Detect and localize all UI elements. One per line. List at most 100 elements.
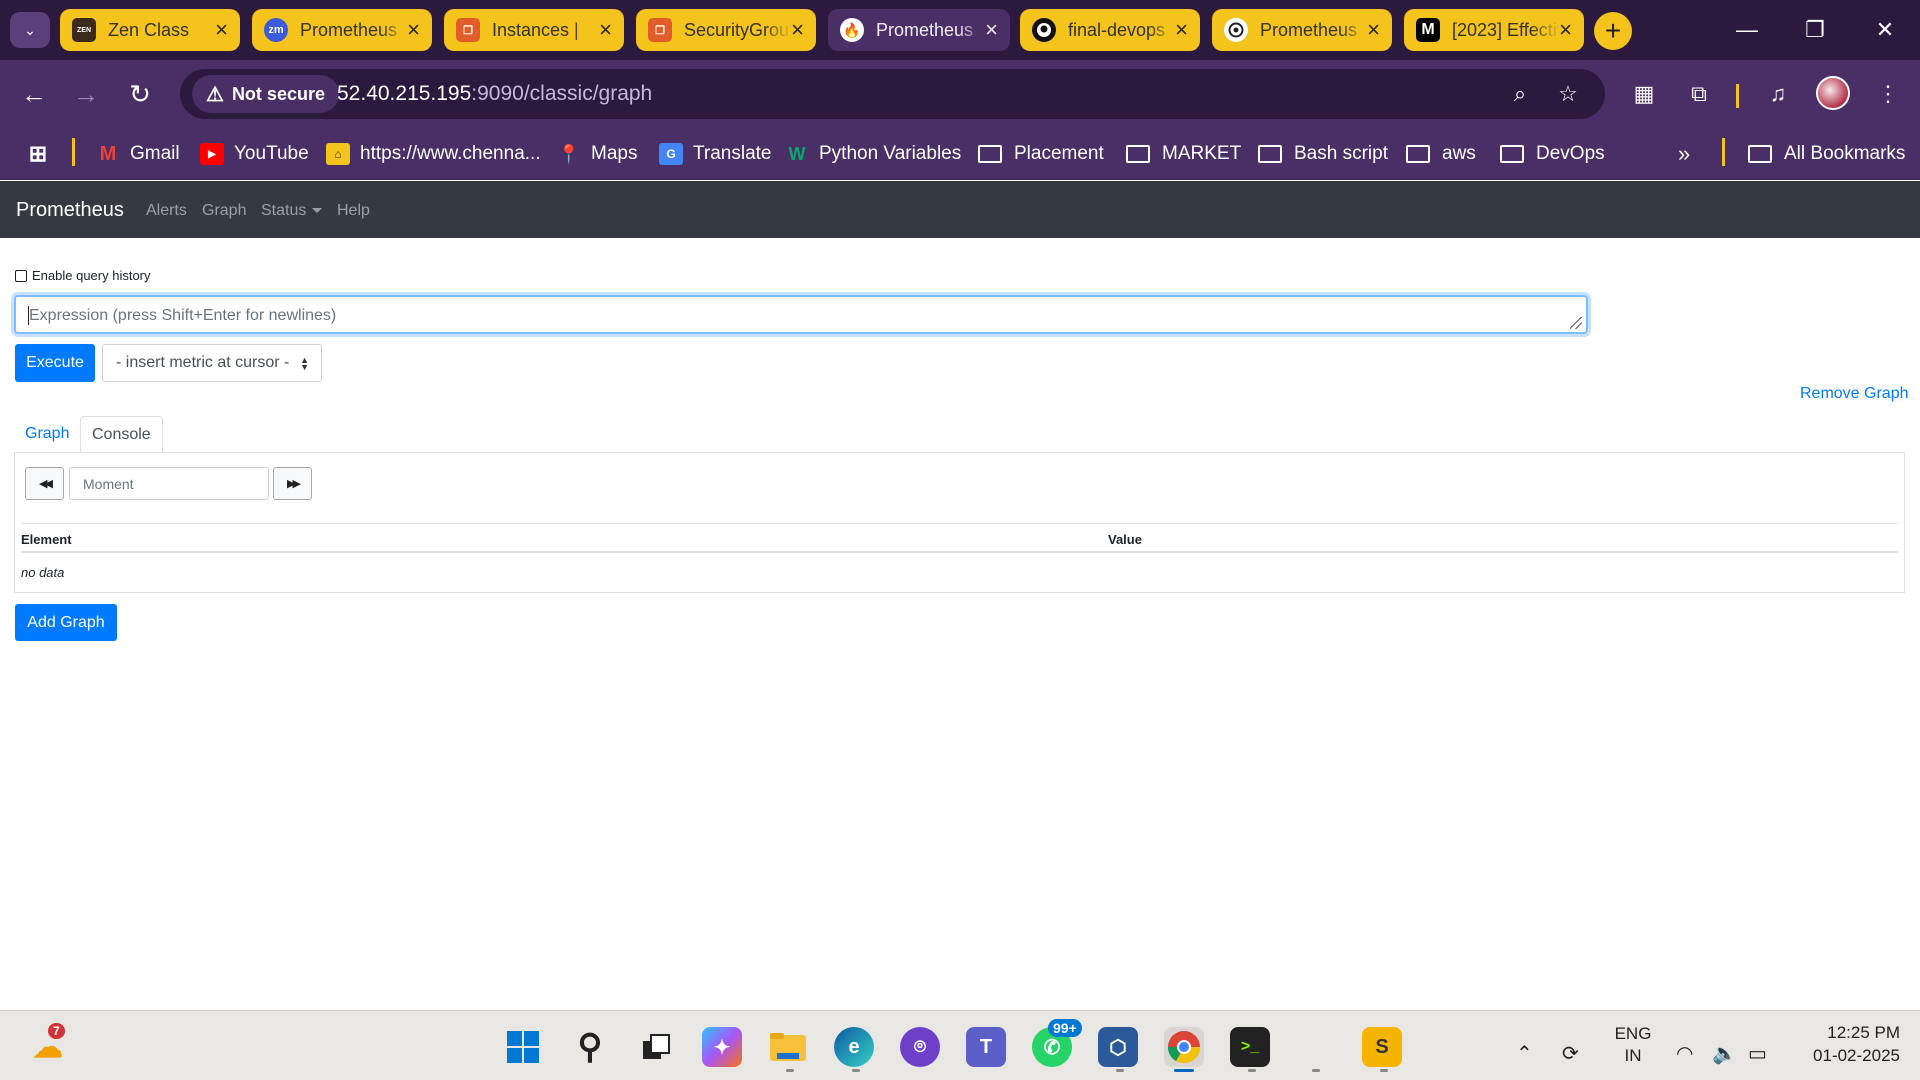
volume-icon[interactable]: 🔈 [1712,1041,1737,1066]
insert-metric-select[interactable]: - insert metric at cursor - ▲ ▼ [102,344,322,382]
nav-help[interactable]: Help [337,202,370,220]
extensions-icon[interactable]: ⧉ [1681,76,1717,112]
media-control-icon[interactable]: ♫ [1760,76,1796,112]
browser-tab[interactable]: ❐ Instances | × [444,9,624,51]
tab-search-button[interactable]: ⌄ [10,12,50,48]
execute-button[interactable]: Execute [15,344,95,382]
time-forward-button[interactable]: ▶▶ [273,467,312,500]
query-history-checkbox[interactable] [15,269,27,282]
close-icon[interactable]: × [1559,19,1572,41]
address-bar[interactable]: ⚠ Not secure 52.40.215.195:9090/classic/… [180,69,1605,119]
close-icon[interactable]: × [791,19,804,41]
bookmark-folder-market[interactable]: MARKET [1126,138,1241,170]
bookmark-folder-placement[interactable]: Placement [978,138,1104,170]
language-primary[interactable]: ENG [1610,1024,1656,1044]
remove-graph-link[interactable]: Remove Graph [1800,385,1909,403]
language-secondary[interactable]: IN [1610,1046,1656,1066]
close-window-button[interactable]: ✕ [1860,12,1910,48]
browser-tab[interactable]: zm Prometheus × [252,9,432,51]
teams-button[interactable]: T [966,1027,1006,1067]
browser-tab-active[interactable]: 🔥 Prometheus × [828,9,1010,51]
minimize-button[interactable]: — [1722,12,1772,48]
github-desktop-button[interactable]: ⌾ [900,1027,940,1067]
browser-tab[interactable]: M [2023] Effective × [1404,9,1584,51]
clock-date[interactable]: 01-02-2025 [1790,1046,1900,1066]
search-button[interactable]: ⚲ [570,1027,610,1067]
browser-tab[interactable]: final-devops × [1020,9,1200,51]
copilot-button[interactable]: ✦ [702,1027,742,1067]
aws-icon: ❐ [648,18,672,42]
apps-button[interactable]: ⊞ [26,138,60,170]
battery-icon[interactable]: ▭ [1748,1041,1767,1066]
all-bookmarks-button[interactable]: All Bookmarks [1748,138,1905,170]
browser-tab[interactable]: Prometheus × [1212,9,1392,51]
file-explorer-button[interactable] [768,1027,808,1067]
profile-avatar[interactable] [1816,76,1850,110]
bookmark-folder-devops[interactable]: DevOps [1500,138,1605,170]
more-menu-icon[interactable]: ⋮ [1870,76,1906,112]
sync-icon[interactable]: ⟳ [1562,1041,1579,1066]
new-tab-button[interactable]: + [1594,12,1632,50]
bookmark-python-variables[interactable]: W Python Variables [785,138,962,170]
query-history-label: Enable query history [32,268,151,283]
zoom-icon[interactable]: ⌕ [1505,79,1535,109]
close-icon[interactable]: × [407,19,420,41]
bookmarks-overflow-button[interactable]: » [1678,138,1690,170]
terminal-button[interactable]: >_ [1230,1027,1270,1067]
qr-code-icon[interactable]: ▦ [1626,76,1662,112]
nav-status[interactable]: Status [261,202,323,220]
browser-tab[interactable]: ZEN Zen Class × [60,9,240,51]
brand-link[interactable]: Prometheus [16,199,124,222]
close-icon[interactable]: × [1367,19,1380,41]
browser-toolbar: ← → ↻ ⚠ Not secure 52.40.215.195:9090/cl… [0,60,1920,128]
table-header: Element Value [21,523,1898,553]
bookmark-youtube[interactable]: ▶ YouTube [200,138,309,170]
tab-console[interactable]: Console [80,416,163,453]
console-panel: ◀◀ Moment ▶▶ Element Value no data [14,452,1905,593]
reload-button[interactable]: ↻ [120,74,160,114]
clock-time[interactable]: 12:25 PM [1790,1023,1900,1043]
expression-input[interactable]: Expression (press Shift+Enter for newlin… [14,295,1588,334]
star-icon[interactable]: ☆ [1553,79,1583,109]
bookmark-chennai-site[interactable]: ⌂ https://www.chenna... [326,138,541,170]
resize-grip-icon[interactable] [1570,317,1582,329]
forward-button[interactable]: → [66,74,106,114]
terminal-icon: >_ [1240,1038,1260,1055]
url-text[interactable]: 52.40.215.195:9090/classic/graph [337,82,652,106]
tab-graph[interactable]: Graph [14,416,80,453]
edge-button[interactable]: e [834,1027,874,1067]
arrow-right-icon: → [73,78,99,109]
wifi-icon[interactable]: ◠ [1676,1041,1693,1066]
security-indicator[interactable]: ⚠ Not secure [192,75,339,113]
chevron-up-icon[interactable]: ⌃ [1516,1041,1533,1066]
restore-button[interactable]: ❐ [1790,12,1840,48]
column-header-value: Value [1108,532,1142,547]
time-back-button[interactable]: ◀◀ [25,467,64,500]
bookmark-translate[interactable]: G Translate [659,138,772,170]
moment-input[interactable]: Moment [69,467,269,500]
sublime-button[interactable]: S [1362,1027,1402,1067]
folder-icon [1748,145,1772,163]
bookmark-folder-aws[interactable]: aws [1406,138,1476,170]
close-icon[interactable]: × [215,19,228,41]
all-bookmarks-label: All Bookmarks [1784,143,1906,164]
close-icon[interactable]: × [599,19,612,41]
start-button[interactable] [503,1027,543,1067]
virtualbox-button[interactable]: ⬡ [1098,1027,1138,1067]
close-icon[interactable]: × [985,19,998,41]
chevron-down-icon: ⌄ [24,21,36,38]
hidden-app-button[interactable] [1296,1027,1336,1067]
empty-result-text: no data [21,565,65,580]
bookmark-folder-bash-script[interactable]: Bash script [1258,138,1388,170]
close-icon[interactable]: × [1175,19,1188,41]
back-button[interactable]: ← [14,74,54,114]
browser-tab[interactable]: ❐ SecurityGroups × [636,9,816,51]
bookmark-maps[interactable]: 📍 Maps [557,138,638,170]
nav-graph[interactable]: Graph [202,202,246,220]
task-view-button[interactable] [636,1027,676,1067]
enable-query-history[interactable]: Enable query history [15,268,151,283]
chrome-button[interactable] [1164,1027,1204,1067]
add-graph-button[interactable]: Add Graph [15,604,117,641]
bookmark-gmail[interactable]: M Gmail [96,138,180,170]
nav-alerts[interactable]: Alerts [146,202,187,220]
